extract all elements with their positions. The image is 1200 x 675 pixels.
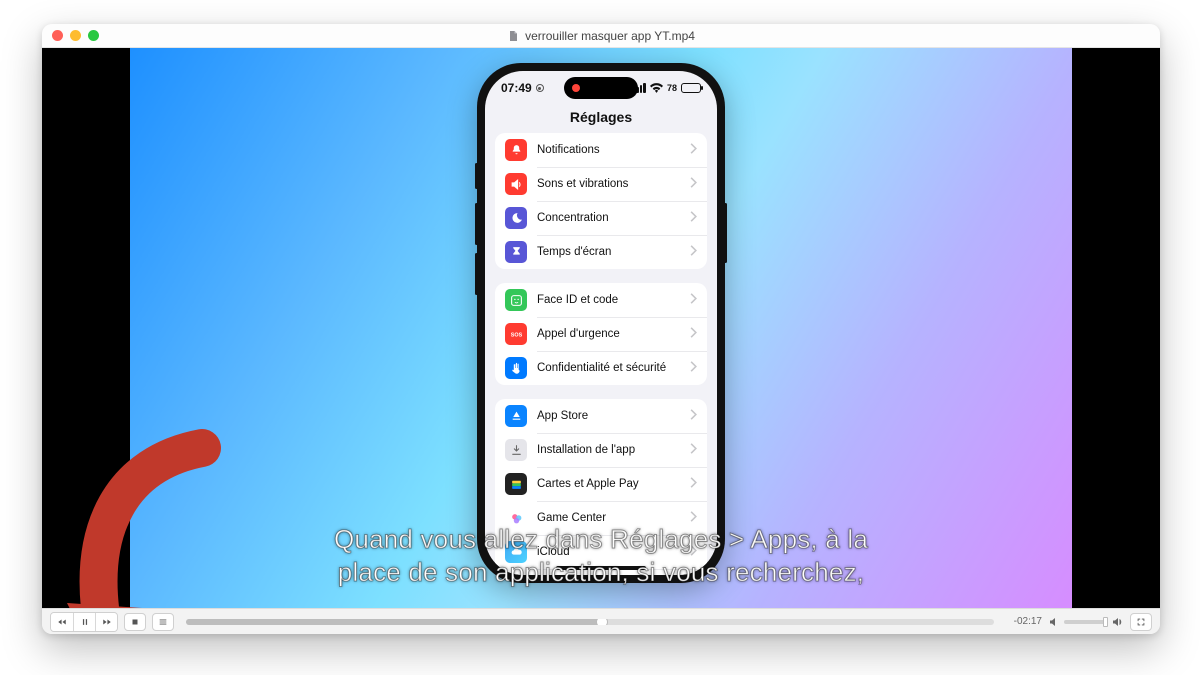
settings-row-label: Face ID et code: [537, 294, 680, 306]
settings-row-label: Confidentialité et sécurité: [537, 362, 680, 374]
traffic-lights: [52, 30, 99, 41]
phone-side-button: [724, 203, 727, 263]
battery-icon: [681, 83, 701, 93]
dynamic-island: [564, 77, 638, 99]
rewind-button[interactable]: [51, 613, 73, 631]
settings-row[interactable]: Cartes et Apple Pay: [495, 467, 707, 501]
settings-row[interactable]: Confidentialité et sécurité: [495, 351, 707, 385]
settings-row-label: Sons et vibrations: [537, 178, 680, 190]
chevron-right-icon: [690, 407, 697, 425]
volume-high-icon: [1110, 616, 1124, 628]
screen-record-icon: [536, 84, 544, 92]
subtitle-overlay: Quand vous allez dans Réglages > Apps, à…: [130, 523, 1072, 588]
bell-icon: [505, 139, 527, 161]
transport-group: [50, 612, 118, 632]
settings-group: Face ID et code SOS Appel d'urgence Confide…: [495, 283, 707, 385]
chevron-right-icon: [690, 175, 697, 193]
chevron-right-icon: [690, 141, 697, 159]
subtitle-line: Quand vous allez dans Réglages > Apps, à…: [130, 523, 1072, 556]
hand-icon: [505, 357, 527, 379]
settings-row-label: Appel d'urgence: [537, 328, 680, 340]
chevron-right-icon: [690, 291, 697, 309]
settings-row[interactable]: SOS Appel d'urgence: [495, 317, 707, 351]
minimize-window-button[interactable]: [70, 30, 81, 41]
volume-thumb[interactable]: [1103, 617, 1108, 627]
zoom-window-button[interactable]: [88, 30, 99, 41]
settings-row[interactable]: Notifications: [495, 133, 707, 167]
subtitle-line: place de son application, si vous recher…: [130, 556, 1072, 589]
download-icon: [505, 439, 527, 461]
settings-row-label: Notifications: [537, 144, 680, 156]
sos-icon: SOS: [505, 323, 527, 345]
recording-indicator-icon: [572, 84, 580, 92]
status-time-text: 07:49: [501, 81, 532, 95]
player-controls: -02:17: [42, 608, 1160, 634]
time-remaining: -02:17: [1006, 616, 1042, 627]
seek-fill: [186, 619, 602, 625]
iphone-mock: 07:49 78 Réglages Notifications Sons et v…: [477, 63, 725, 583]
hourglass-icon: [505, 241, 527, 263]
chevron-right-icon: [690, 441, 697, 459]
seek-thumb[interactable]: [596, 619, 608, 625]
titlebar: verrouiller masquer app YT.mp4: [42, 24, 1160, 48]
settings-row[interactable]: Concentration: [495, 201, 707, 235]
speaker-icon: [505, 173, 527, 195]
window-title: verrouiller masquer app YT.mp4: [507, 29, 695, 43]
phone-side-button: [475, 163, 478, 189]
volume-control: [1048, 616, 1124, 628]
nav-title: Réglages: [485, 105, 717, 133]
appstore-icon: [505, 405, 527, 427]
settings-row[interactable]: Installation de l'app: [495, 433, 707, 467]
battery-text: 78: [667, 83, 677, 93]
chevron-right-icon: [690, 475, 697, 493]
settings-row[interactable]: Temps d'écran: [495, 235, 707, 269]
phone-side-button: [475, 203, 478, 245]
phone-screen: 07:49 78 Réglages Notifications Sons et v…: [485, 71, 717, 575]
volume-low-icon: [1048, 616, 1060, 628]
stop-button[interactable]: [124, 613, 146, 631]
pause-button[interactable]: [73, 613, 95, 631]
chevron-right-icon: [690, 325, 697, 343]
settings-row-label: App Store: [537, 410, 680, 422]
fullscreen-button[interactable]: [1130, 613, 1152, 631]
file-icon: [507, 30, 519, 42]
settings-group: Notifications Sons et vibrations Concentra…: [495, 133, 707, 269]
chevron-right-icon: [690, 243, 697, 261]
seek-bar[interactable]: [186, 619, 994, 625]
window-title-text: verrouiller masquer app YT.mp4: [525, 29, 695, 43]
status-right: 78: [633, 83, 701, 93]
close-window-button[interactable]: [52, 30, 63, 41]
settings-row-label: Concentration: [537, 212, 680, 224]
settings-row[interactable]: Face ID et code: [495, 283, 707, 317]
moon-icon: [505, 207, 527, 229]
phone-side-button: [475, 253, 478, 295]
wifi-icon: [650, 83, 663, 93]
settings-row-label: Temps d'écran: [537, 246, 680, 258]
faceid-icon: [505, 289, 527, 311]
volume-slider[interactable]: [1064, 620, 1106, 624]
video-frame: 07:49 78 Réglages Notifications Sons et v…: [130, 48, 1072, 608]
player-window: verrouiller masquer app YT.mp4 07:49: [42, 24, 1160, 634]
playlist-button[interactable]: [152, 613, 174, 631]
wallet-icon: [505, 473, 527, 495]
video-viewport[interactable]: 07:49 78 Réglages Notifications Sons et v…: [42, 48, 1160, 608]
svg-text:SOS: SOS: [510, 332, 522, 338]
settings-row[interactable]: App Store: [495, 399, 707, 433]
settings-row-label: Cartes et Apple Pay: [537, 478, 680, 490]
status-time: 07:49: [501, 81, 544, 95]
settings-row-label: Installation de l'app: [537, 444, 680, 456]
chevron-right-icon: [690, 209, 697, 227]
settings-list: Notifications Sons et vibrations Concentra…: [485, 133, 717, 575]
settings-row[interactable]: Sons et vibrations: [495, 167, 707, 201]
chevron-right-icon: [690, 359, 697, 377]
fast-forward-button[interactable]: [95, 613, 117, 631]
